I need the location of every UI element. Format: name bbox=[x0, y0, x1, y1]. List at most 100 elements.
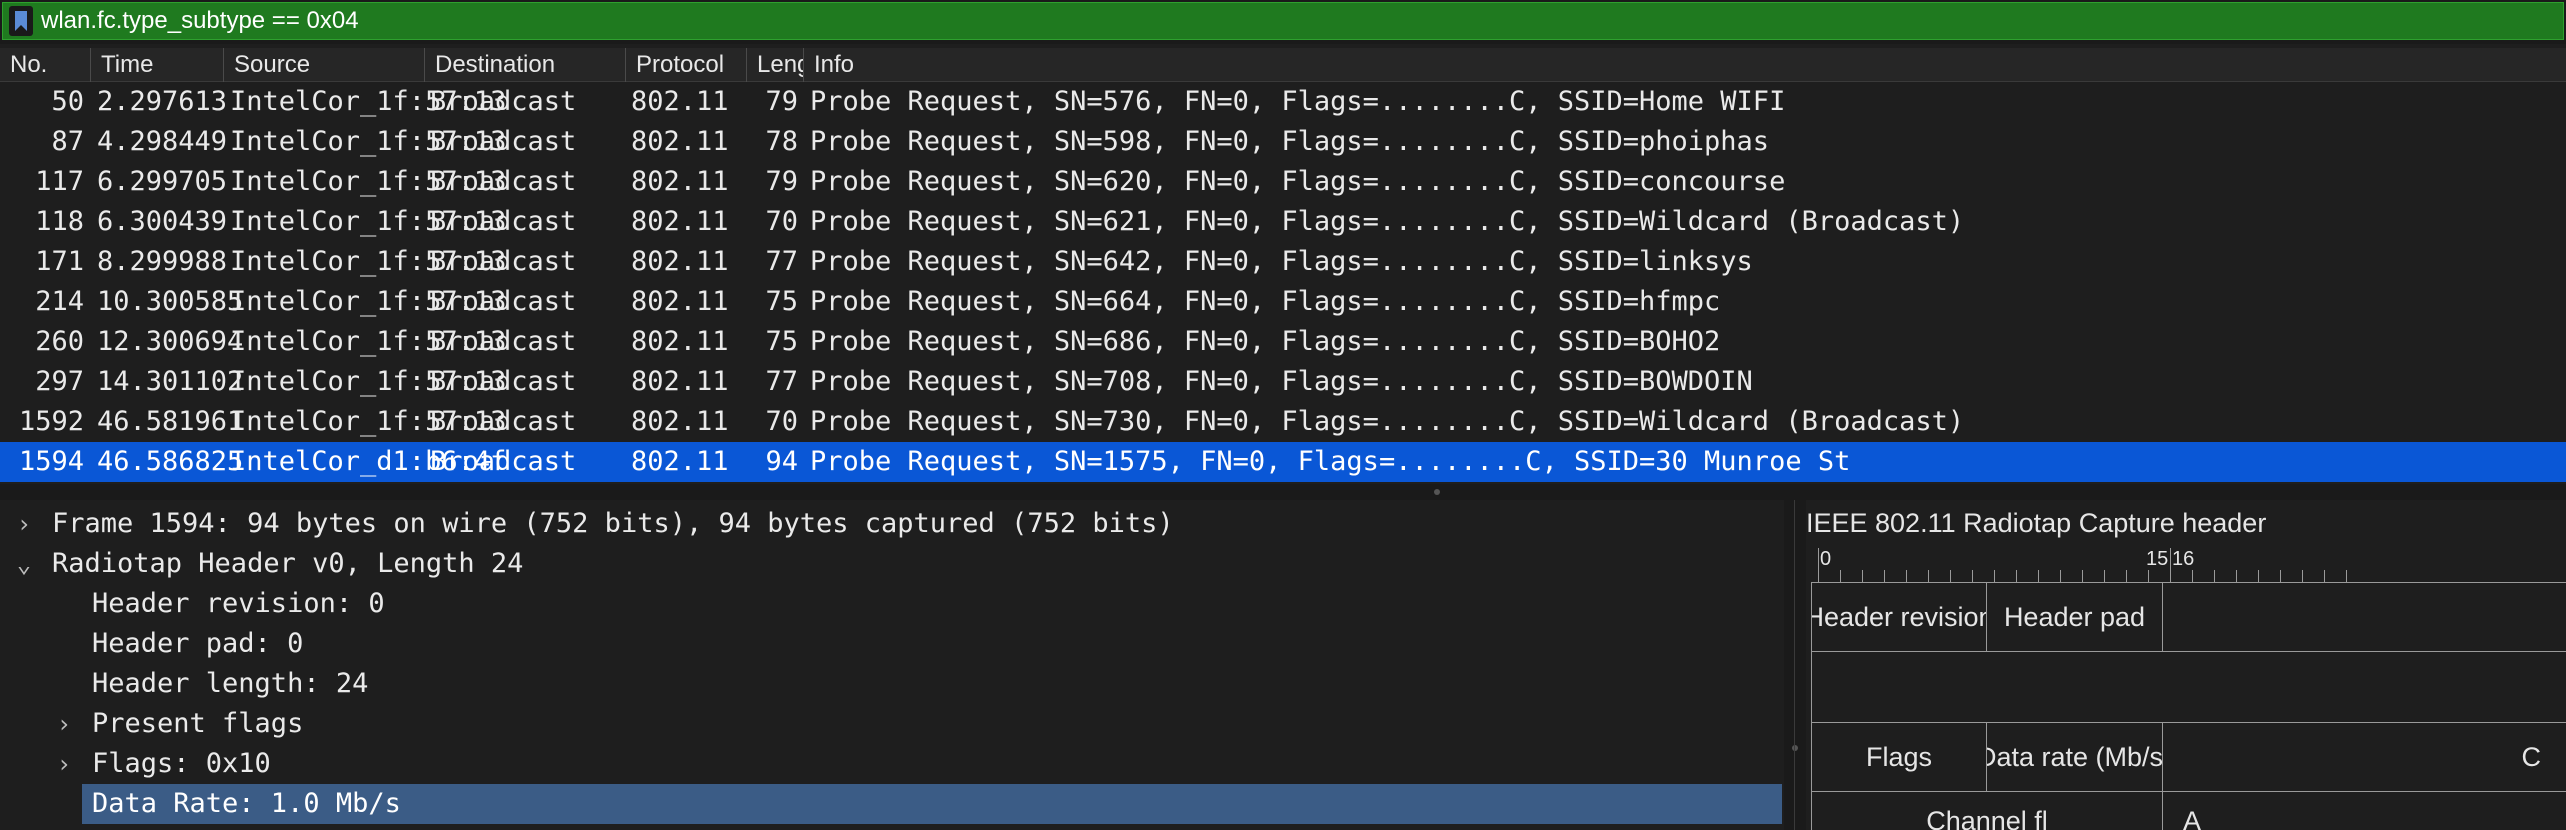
packet-cell-length: 77 bbox=[765, 246, 798, 277]
detail-row[interactable]: › Present flags bbox=[0, 704, 1784, 744]
ruler-label-0: 0 bbox=[1820, 548, 1832, 570]
packet-row[interactable]: 260 12.300694 IntelCor_1f:57:13 Broadcast 80… bbox=[0, 322, 2566, 362]
packet-cell-info: Probe Request, SN=642, FN=0, Flags=.....… bbox=[810, 246, 1753, 277]
column-header-info[interactable]: Info bbox=[803, 48, 2566, 82]
packet-cell-destination: Broadcast bbox=[430, 126, 577, 157]
ruler-tick bbox=[1884, 570, 1885, 582]
detail-text: Frame 1594: 94 bytes on wire (752 bits),… bbox=[52, 508, 1174, 539]
packet-cell-length: 94 bbox=[765, 446, 798, 477]
field-flags[interactable]: Flags bbox=[1811, 722, 1987, 792]
packet-cell-source: IntelCor_d1:b6:4f bbox=[230, 446, 507, 477]
ruler-tick bbox=[1994, 570, 1995, 582]
packet-row[interactable]: 171 8.299988 IntelCor_1f:57:13 Broadcast 802… bbox=[0, 242, 2566, 282]
packet-cell-protocol: 802.11 bbox=[631, 406, 729, 437]
detail-text: Header revision: 0 bbox=[92, 588, 385, 619]
packet-cell-protocol: 802.11 bbox=[631, 286, 729, 317]
detail-row[interactable]: ⌄ Radiotap Header v0, Length 24 bbox=[0, 544, 1784, 584]
expand-arrow-icon[interactable]: › bbox=[14, 504, 34, 544]
display-filter-bar: wlan.fc.type_subtype == 0x04 bbox=[0, 0, 2566, 44]
field-data-rate[interactable]: Data rate (Mb/s) bbox=[1986, 722, 2163, 792]
packet-cell-time: 4.298449 bbox=[97, 126, 228, 157]
packet-cell-time: 6.300439 bbox=[97, 206, 228, 237]
packet-cell-source: IntelCor_1f:57:13 bbox=[230, 246, 507, 277]
packet-cell-length: 75 bbox=[765, 286, 798, 317]
packet-cell-length: 79 bbox=[765, 86, 798, 117]
ruler-tick bbox=[2016, 570, 2017, 582]
field-channel[interactable]: C bbox=[2162, 722, 2566, 792]
vertical-splitter[interactable] bbox=[1784, 500, 1806, 830]
packet-cell-time: 2.297613 bbox=[97, 86, 228, 117]
packet-cell-protocol: 802.11 bbox=[631, 366, 729, 397]
packet-row[interactable]: 50 2.297613 IntelCor_1f:57:13 Broadcast 802.… bbox=[0, 82, 2566, 122]
field-present-flags[interactable] bbox=[1811, 651, 2566, 723]
field-header-revision[interactable]: Header revision bbox=[1811, 582, 1987, 652]
detail-text: Flags: 0x10 bbox=[92, 748, 271, 779]
ruler-tick bbox=[1950, 570, 1951, 582]
detail-text: Data Rate: 1.0 Mb/s bbox=[82, 784, 1782, 824]
ruler-tick bbox=[2324, 570, 2325, 582]
detail-row[interactable]: › Flags: 0x10 bbox=[0, 744, 1784, 784]
packet-cell-time: 14.301102 bbox=[97, 366, 244, 397]
packet-cell-length: 79 bbox=[765, 166, 798, 197]
packet-cell-destination: Broadcast bbox=[430, 326, 577, 357]
detail-row[interactable]: Header pad: 0 bbox=[0, 624, 1784, 664]
detail-text: Header pad: 0 bbox=[92, 628, 304, 659]
packet-cell-info: Probe Request, SN=686, FN=0, Flags=.....… bbox=[810, 326, 1721, 357]
expand-arrow-icon[interactable]: › bbox=[54, 704, 74, 744]
packet-cell-protocol: 802.11 bbox=[631, 166, 729, 197]
packet-row[interactable]: 117 6.299705 IntelCor_1f:57:13 Broadcast 802… bbox=[0, 162, 2566, 202]
detail-row[interactable]: Data Rate: 1.0 Mb/s bbox=[0, 784, 1784, 824]
field-header-length[interactable] bbox=[2162, 582, 2566, 652]
collapse-arrow-icon[interactable]: ⌄ bbox=[14, 544, 34, 584]
ruler-tick bbox=[1862, 570, 1863, 582]
detail-row[interactable]: Header length: 24 bbox=[0, 664, 1784, 704]
filter-text: wlan.fc.type_subtype == 0x04 bbox=[41, 7, 359, 34]
field-antenna[interactable]: A bbox=[2162, 791, 2566, 830]
expand-arrow-icon[interactable]: › bbox=[54, 744, 74, 784]
packet-row[interactable]: 1594 46.586825 IntelCor_d1:b6:4f Broadcast 8… bbox=[0, 442, 2566, 482]
packet-cell-no: 260 bbox=[35, 326, 84, 357]
ruler-tick bbox=[2192, 570, 2193, 582]
packet-cell-source: IntelCor_1f:57:13 bbox=[230, 326, 507, 357]
ruler-label-15: 15 bbox=[2146, 548, 2169, 570]
packet-row[interactable]: 297 14.301102 IntelCor_1f:57:13 Broadcast 80… bbox=[0, 362, 2566, 402]
packet-cell-destination: Broadcast bbox=[430, 366, 577, 397]
packet-cell-source: IntelCor_1f:57:13 bbox=[230, 126, 507, 157]
ruler-tick bbox=[2126, 570, 2127, 582]
ruler-tick bbox=[2104, 570, 2105, 582]
packet-list: 50 2.297613 IntelCor_1f:57:13 Broadcast 802.… bbox=[0, 82, 2566, 484]
column-header-length[interactable]: Length bbox=[746, 48, 803, 82]
detail-text: Present flags bbox=[92, 708, 304, 739]
display-filter-input[interactable]: wlan.fc.type_subtype == 0x04 bbox=[2, 2, 2564, 40]
packet-cell-source: IntelCor_1f:57:13 bbox=[230, 406, 507, 437]
packet-row[interactable]: 87 4.298449 IntelCor_1f:57:13 Broadcast 802.… bbox=[0, 122, 2566, 162]
packet-cell-info: Probe Request, SN=708, FN=0, Flags=.....… bbox=[810, 366, 1753, 397]
bookmark-icon[interactable] bbox=[9, 6, 33, 36]
packet-cell-no: 1594 bbox=[18, 446, 84, 477]
column-header-time[interactable]: Time bbox=[90, 48, 223, 82]
detail-row[interactable]: Header revision: 0 bbox=[0, 584, 1784, 624]
packet-row[interactable]: 214 10.300585 IntelCor_1f:57:13 Broadcast 80… bbox=[0, 282, 2566, 322]
packet-cell-protocol: 802.11 bbox=[631, 126, 729, 157]
column-header-protocol[interactable]: Protocol bbox=[625, 48, 746, 82]
packet-cell-info: Probe Request, SN=621, FN=0, Flags=.....… bbox=[810, 206, 1965, 237]
column-header-destination[interactable]: Destination bbox=[424, 48, 625, 82]
packet-row[interactable]: 1592 46.581961 IntelCor_1f:57:13 Broadcast 8… bbox=[0, 402, 2566, 442]
packet-cell-length: 75 bbox=[765, 326, 798, 357]
detail-text: Header length: 24 bbox=[92, 668, 369, 699]
column-header-source[interactable]: Source bbox=[223, 48, 424, 82]
packet-list-header: No. Time Source Destination Protocol Len… bbox=[0, 48, 2566, 82]
packet-cell-length: 78 bbox=[765, 126, 798, 157]
ruler-tick bbox=[2148, 570, 2149, 582]
packet-cell-info: Probe Request, SN=620, FN=0, Flags=.....… bbox=[810, 166, 1786, 197]
packet-row[interactable]: 118 6.300439 IntelCor_1f:57:13 Broadcast 802… bbox=[0, 202, 2566, 242]
packet-cell-time: 46.581961 bbox=[97, 406, 244, 437]
packet-cell-destination: Broadcast bbox=[430, 246, 577, 277]
field-channel-flags[interactable]: Channel fl bbox=[1811, 791, 2163, 830]
field-header-pad[interactable]: Header pad bbox=[1986, 582, 2163, 652]
packet-cell-info: Probe Request, SN=664, FN=0, Flags=.....… bbox=[810, 286, 1721, 317]
pane-splitter[interactable] bbox=[0, 484, 2566, 500]
detail-row[interactable]: › Frame 1594: 94 bytes on wire (752 bits)… bbox=[0, 504, 1784, 544]
column-header-no[interactable]: No. bbox=[0, 48, 90, 82]
packet-cell-no: 50 bbox=[51, 86, 84, 117]
